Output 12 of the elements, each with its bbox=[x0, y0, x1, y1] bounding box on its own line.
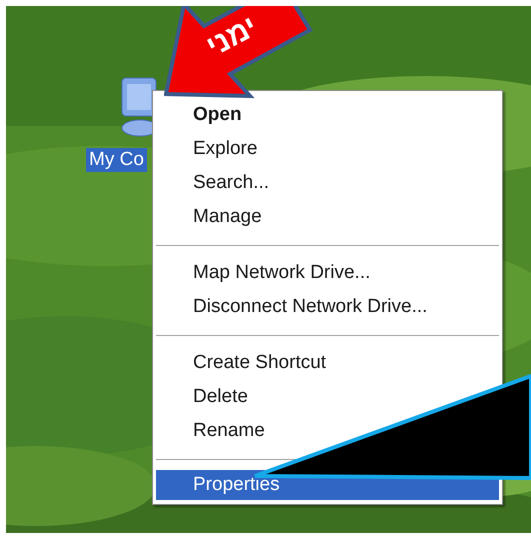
menu-item[interactable]: Disconnect Network Drive... bbox=[193, 295, 428, 319]
menu-item[interactable]: Explore bbox=[193, 137, 258, 161]
menu-item[interactable]: Open bbox=[193, 103, 242, 127]
annotation-text: ימני bbox=[201, 10, 264, 64]
menu-item[interactable]: Create Shortcut bbox=[193, 351, 326, 375]
menu-item[interactable]: Delete bbox=[193, 385, 248, 409]
menu-item[interactable]: Rename bbox=[193, 419, 265, 443]
menu-item[interactable]: Search... bbox=[193, 171, 270, 195]
menu-item[interactable]: Map Network Drive... bbox=[193, 261, 370, 285]
icon-label[interactable]: My Co bbox=[86, 148, 147, 172]
menu-item[interactable]: Manage bbox=[193, 205, 262, 229]
menu-item[interactable]: Properties bbox=[193, 473, 280, 497]
